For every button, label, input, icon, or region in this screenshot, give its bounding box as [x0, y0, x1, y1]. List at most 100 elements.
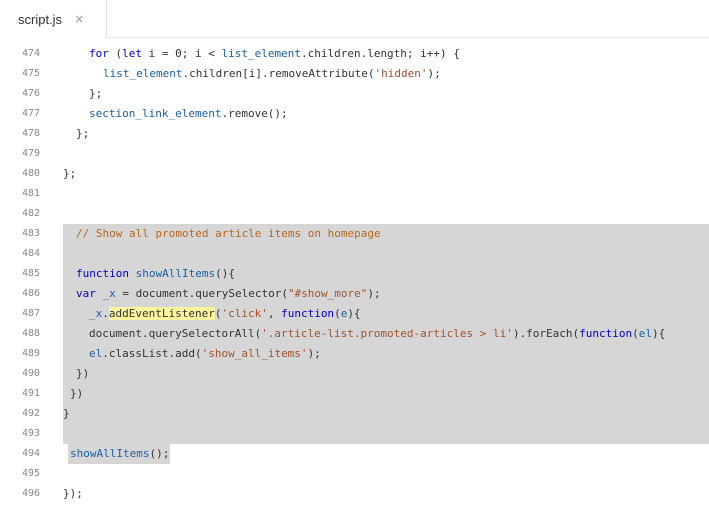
code-token: })	[76, 367, 90, 380]
line-number: 481	[21, 188, 40, 199]
code-token: (	[632, 327, 639, 340]
code-line: 477 section_link_element.remove();	[0, 104, 709, 124]
code-token: showAllItems	[135, 267, 216, 280]
close-icon[interactable]: ×	[74, 13, 84, 25]
code-text: function showAllItems(){	[76, 264, 235, 284]
code-token: function	[579, 327, 633, 340]
code-line: 486 var _x = document.querySelector("#sho…	[0, 284, 709, 304]
code-token: // Show all promoted article items on ho…	[76, 227, 381, 240]
code-line: 488 document.querySelectorAll('.article-l…	[0, 324, 709, 344]
code-token: );	[427, 67, 441, 80]
line-number: 480	[21, 168, 40, 179]
line-number: 483	[21, 228, 40, 239]
code-text: })	[70, 384, 83, 404]
code-text: });	[63, 484, 83, 504]
code-token: (	[108, 47, 123, 60]
code-line: 481	[0, 184, 709, 204]
code-token: 'hidden'	[374, 67, 428, 80]
line-number: 490	[21, 368, 40, 379]
code-token: i = 0; i <	[142, 47, 222, 60]
line-number: 489	[21, 348, 40, 359]
line-number: 496	[21, 488, 40, 499]
code-token: section_link_element	[89, 107, 222, 120]
code-token: }	[63, 407, 70, 420]
code-token: 'click'	[221, 307, 268, 320]
code-token: (	[334, 307, 341, 320]
line-number: 491	[21, 388, 40, 399]
code-text: var _x = document.querySelector("#show_m…	[76, 284, 381, 304]
code-token: .children.length; i++) {	[300, 47, 460, 60]
code-text: for (let i = 0; i < list_element.childre…	[89, 44, 460, 64]
code-text: };	[63, 164, 76, 184]
code-line: 490})	[0, 364, 709, 384]
code-line: 476};	[0, 84, 709, 104]
code-line: 492}	[0, 404, 709, 424]
code-token: var	[76, 287, 96, 300]
code-line: 479	[0, 144, 709, 164]
code-text: };	[76, 124, 89, 144]
code-token: ();	[149, 447, 170, 460]
code-token: function	[76, 267, 129, 280]
code-text: list_element.children[i].removeAttribute…	[103, 64, 441, 84]
code-token: ){	[651, 327, 666, 340]
line-number: 482	[21, 208, 40, 219]
code-token: .classList.add(	[102, 347, 202, 360]
line-number: 477	[21, 108, 40, 119]
tab-label: script.js	[18, 11, 63, 27]
code-token: };	[89, 87, 103, 100]
line-number: 485	[21, 268, 40, 279]
line-number: 487	[21, 308, 40, 319]
code-token: document.querySelectorAll(	[89, 327, 262, 340]
code-line: 489 el.classList.add('show_all_items');	[0, 344, 709, 364]
code-line: 480};	[0, 164, 709, 184]
code-line: 483 // Show all promoted article items on…	[0, 224, 709, 244]
code-text: })	[76, 364, 89, 384]
code-text: // Show all promoted article items on ho…	[76, 224, 381, 244]
code-token: "#show_more"	[287, 287, 368, 300]
code-line: 478};	[0, 124, 709, 144]
line-number: 486	[21, 288, 40, 299]
code-text: document.querySelectorAll('.article-list…	[89, 324, 665, 344]
line-number: 474	[21, 48, 40, 59]
code-token: = document.querySelector(	[115, 287, 288, 300]
code-line: 474 for (let i = 0; i < list_element.chil…	[0, 44, 709, 64]
code-token: );	[307, 347, 321, 360]
line-number: 479	[21, 148, 40, 159]
line-number: 493	[21, 428, 40, 439]
code-line: 482	[0, 204, 709, 224]
line-number: 495	[21, 468, 40, 479]
code-token: .children[i].removeAttribute(	[182, 67, 375, 80]
line-number: 488	[21, 328, 40, 339]
code-token: list_element	[103, 67, 183, 80]
line-number: 484	[21, 248, 40, 259]
code-token: el	[638, 327, 652, 340]
tab-script-js[interactable]: script.js ×	[0, 0, 107, 38]
code-token: ).forEach(	[512, 327, 580, 340]
line-number: 494	[21, 448, 40, 459]
tab-bar: script.js ×	[0, 0, 709, 38]
line-number: 476	[21, 88, 40, 99]
code-token: });	[63, 487, 83, 500]
code-line: 475 list_element.children[i].removeAttrib…	[0, 64, 709, 84]
line-number: 492	[21, 408, 40, 419]
code-editor[interactable]: 474 for (let i = 0; i < list_element.chil…	[0, 38, 709, 513]
code-token: };	[76, 127, 90, 140]
code-token: let	[122, 47, 142, 60]
code-text: }	[63, 404, 70, 424]
code-token: '.article-list.promoted-articles > li'	[261, 327, 513, 340]
code-token: .	[102, 307, 109, 320]
code-token: _x	[102, 287, 116, 300]
code-token: );	[367, 287, 381, 300]
line-number: 478	[21, 128, 40, 139]
code-token: 'show_all_items'	[201, 347, 308, 360]
code-line: 496});	[0, 484, 709, 504]
code-token: };	[63, 167, 77, 180]
code-text: section_link_element.remove();	[89, 104, 288, 124]
code-line: 487 _x.addEventListener ('click', function…	[0, 304, 709, 324]
code-line: 491})	[0, 384, 709, 404]
code-text: _x.addEventListener('click', function(e)…	[89, 304, 361, 324]
code-text: };	[89, 84, 102, 104]
code-text: showAllItems();	[70, 444, 169, 464]
code-line: 494 showAllItems();	[0, 444, 709, 464]
